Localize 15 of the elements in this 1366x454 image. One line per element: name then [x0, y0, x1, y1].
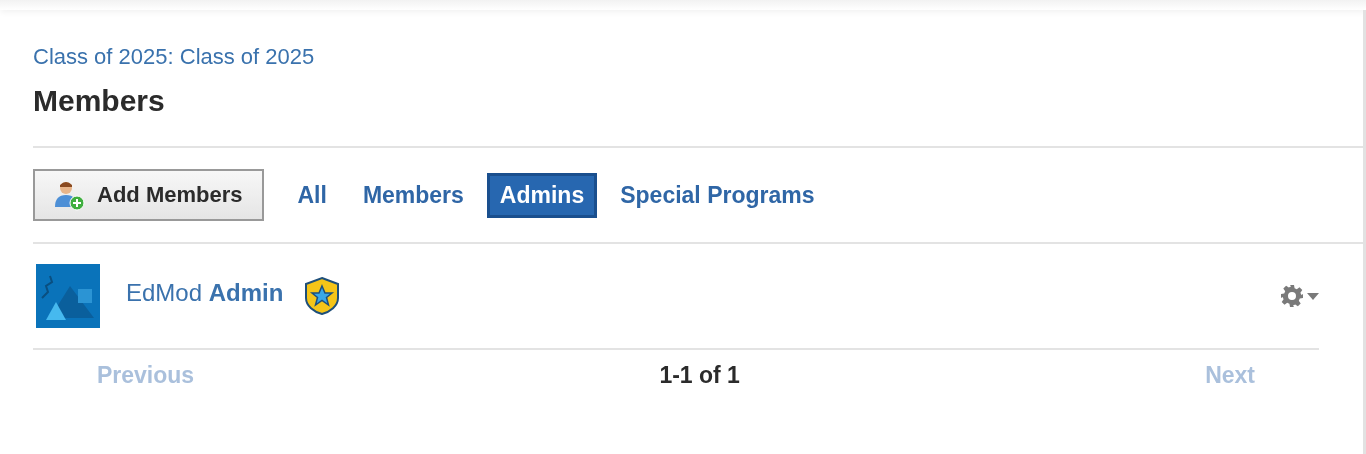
breadcrumb-link[interactable]: Class of 2025: Class of 2025	[33, 44, 315, 70]
settings-menu-button[interactable]	[1280, 284, 1319, 308]
page-title: Members	[33, 84, 166, 118]
member-name-link[interactable]: EdMod Admin	[126, 279, 284, 307]
add-members-button[interactable]: Add Members	[33, 169, 265, 221]
filter-tab[interactable]: Special Programs	[607, 172, 828, 218]
page-range: 1-1 of 1	[659, 362, 740, 389]
avatar-icon	[36, 264, 100, 328]
filter-tab[interactable]: Members	[349, 172, 477, 218]
settings-icon	[1280, 284, 1304, 308]
caret-icon	[1307, 292, 1319, 300]
user-add-icon	[53, 179, 85, 211]
filter-tab[interactable]: All	[284, 172, 340, 218]
filter-tab[interactable]: Admins	[486, 172, 598, 218]
shield-star-icon	[303, 276, 342, 316]
